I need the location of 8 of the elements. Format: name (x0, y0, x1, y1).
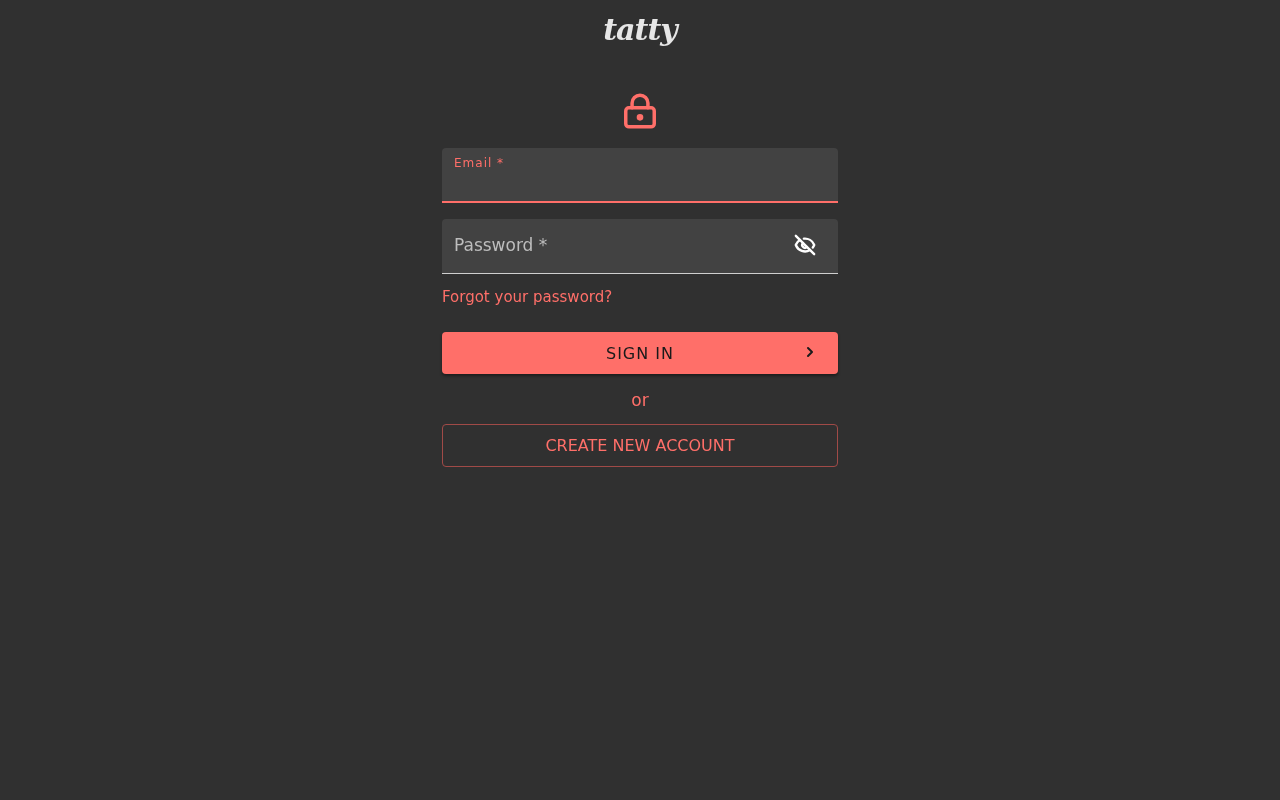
separator-text: or (630, 390, 650, 410)
visibility-toggle-icon[interactable] (794, 234, 816, 256)
input-field[interactable]: Email * (442, 148, 838, 203)
lock-icon (621, 92, 659, 130)
create-account-button[interactable]: CREATE NEW ACCOUNT (442, 424, 838, 467)
forgot-password-link[interactable]: Forgot your password? (442, 288, 613, 306)
input-field[interactable]: Password * (442, 219, 838, 274)
sign-in-button[interactable]: SIGN IN (442, 332, 838, 374)
